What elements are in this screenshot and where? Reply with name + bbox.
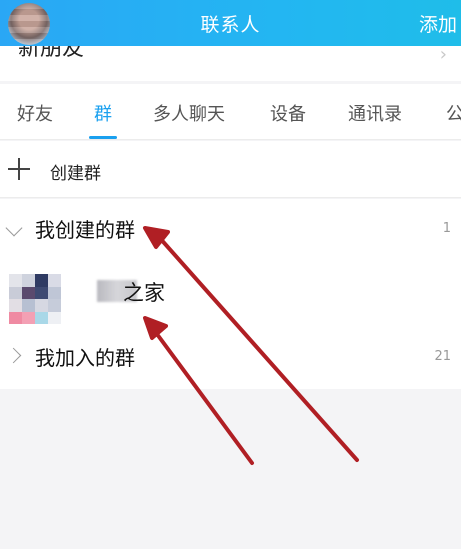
new-friends-row[interactable]: 新朋友 › (0, 46, 461, 81)
tab-public[interactable]: 公 (446, 100, 461, 126)
plus-icon (8, 158, 30, 180)
tab-contacts[interactable]: 通讯录 (348, 100, 402, 126)
active-tab-indicator (89, 136, 117, 139)
tab-friends[interactable]: 好友 (17, 100, 53, 126)
group-avatar (9, 274, 61, 324)
tab-devices[interactable]: 设备 (270, 100, 306, 126)
list-item[interactable]: 之家 (0, 269, 461, 325)
tab-multi-chat[interactable]: 多人聊天 (153, 100, 225, 126)
new-friends-label: 新朋友 (18, 46, 85, 61)
group-list: 我创建的群 1 之家 我加入的群 21 (0, 199, 461, 389)
chevron-down-icon (5, 219, 23, 237)
chevron-right-icon (5, 347, 22, 364)
section-joined-count: 21 (434, 349, 451, 364)
create-group-label: 创建群 (50, 164, 101, 184)
header-bar: 联系人 添加 (0, 0, 461, 46)
section-joined-label: 我加入的群 (35, 346, 135, 370)
create-group-row[interactable]: 创建群 (0, 141, 461, 198)
tab-bar: 好友 群 多人聊天 设备 通讯录 公 (0, 84, 461, 140)
section-created-count: 1 (442, 221, 451, 236)
add-button[interactable]: 添加 (419, 10, 457, 37)
chevron-right-icon: › (439, 46, 447, 65)
page-title: 联系人 (200, 14, 261, 36)
section-created-label: 我创建的群 (35, 218, 135, 242)
group-name: 之家 (123, 281, 165, 305)
tab-groups[interactable]: 群 (94, 100, 112, 126)
